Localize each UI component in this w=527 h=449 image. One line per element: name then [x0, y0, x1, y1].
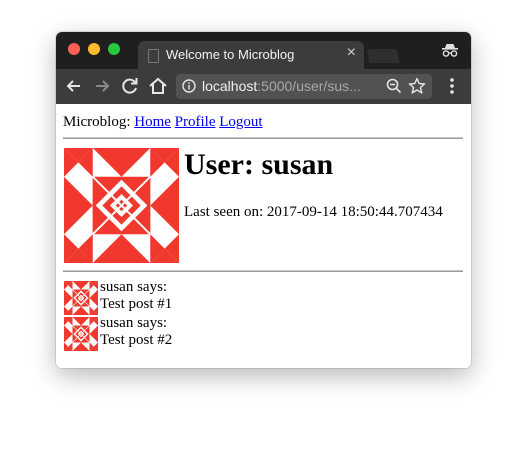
tab-microblog[interactable]: Welcome to Microblog ×	[138, 41, 364, 69]
bookmark-star-icon[interactable]	[408, 77, 426, 95]
maximize-window-button[interactable]	[108, 43, 120, 55]
page-icon	[148, 49, 159, 63]
menu-dots-icon[interactable]	[440, 74, 464, 98]
user-avatar	[64, 148, 179, 263]
post-author: susan says:	[100, 315, 168, 331]
minimize-window-button[interactable]	[88, 43, 100, 55]
url-text[interactable]: localhost:5000/user/sus...	[202, 78, 361, 94]
url-path: :5000/user/sus...	[257, 78, 361, 94]
post-avatar	[64, 317, 98, 351]
user-heading: User: susan	[184, 148, 334, 181]
brand-label: Microblog:	[63, 114, 131, 130]
browser-window: Welcome to Microblog × localhost:5000/us…	[56, 32, 471, 368]
last-seen-text: Last seen on: 2017-09-14 18:50:44.707434	[184, 204, 443, 220]
divider-top	[63, 137, 463, 139]
post-body: Test post #1	[100, 296, 173, 312]
post-item: susan says: Test post #2	[64, 315, 364, 351]
browser-toolbar: localhost:5000/user/sus...	[56, 69, 471, 104]
tab-title: Welcome to Microblog	[166, 47, 295, 62]
title-bar: Welcome to Microblog ×	[56, 32, 471, 69]
nav-link-logout[interactable]: Logout	[219, 114, 262, 130]
close-tab-icon[interactable]: ×	[347, 44, 356, 62]
post-item: susan says: Test post #1	[64, 279, 364, 315]
post-avatar	[64, 281, 98, 315]
url-host: localhost	[202, 78, 258, 94]
post-author: susan says:	[100, 279, 168, 295]
reload-icon[interactable]	[118, 74, 142, 98]
nav-link-home[interactable]: Home	[134, 114, 171, 130]
new-tab-button[interactable]	[366, 49, 400, 63]
nav-link-profile[interactable]: Profile	[175, 114, 216, 130]
back-icon[interactable]	[62, 74, 86, 98]
zoom-out-icon[interactable]	[386, 78, 402, 94]
home-icon[interactable]	[146, 74, 170, 98]
address-bar[interactable]: localhost:5000/user/sus...	[176, 74, 432, 99]
post-body: Test post #2	[100, 332, 173, 348]
divider-bottom	[63, 270, 463, 272]
forward-icon[interactable]	[90, 74, 114, 98]
nav-bar: Microblog: Home Profile Logout	[63, 114, 263, 131]
info-icon[interactable]	[182, 79, 196, 93]
close-window-button[interactable]	[68, 43, 80, 55]
page-content: Microblog: Home Profile Logout User: sus…	[56, 104, 471, 368]
incognito-icon	[442, 44, 458, 57]
